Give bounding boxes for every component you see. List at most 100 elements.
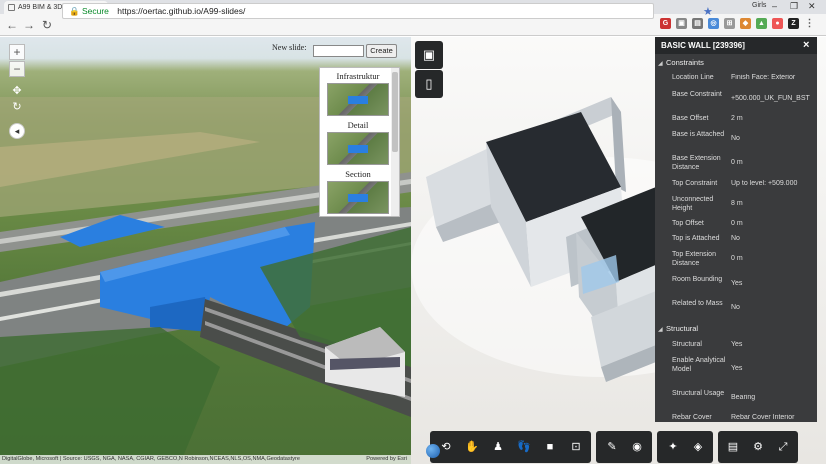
maximize-icon[interactable]: ❐ (790, 1, 798, 12)
map-attribution: DigitalGlobe, Microsoft | Source: USGS, … (0, 455, 411, 464)
extension-icon[interactable]: Z (788, 18, 799, 29)
extension-icon[interactable]: ◆ (740, 18, 751, 29)
properties-icon[interactable]: ▤ (721, 431, 745, 463)
extension-icon[interactable]: G (660, 18, 671, 29)
property-key: Base Extension Distance (672, 155, 721, 171)
new-slide-label: New slide: (272, 43, 307, 52)
property-key: Related to Mass (672, 300, 723, 307)
camera-icon[interactable]: ■ (538, 431, 562, 463)
property-key: Location Line (672, 74, 714, 81)
profile-name[interactable]: Girls (752, 2, 766, 9)
property-key: Unconnected Height (672, 196, 714, 212)
model-tools: ✦ ◈ (657, 431, 713, 463)
property-value: Yes (731, 365, 743, 372)
property-value: Yes (731, 280, 743, 287)
property-value: 8 m (731, 200, 743, 207)
gear-icon[interactable]: ⚙ (746, 431, 770, 463)
extension-icon[interactable]: ▣ (676, 18, 687, 29)
property-value: Finish Face: Exterior (731, 74, 796, 81)
property-key: Top is Attached (672, 235, 720, 242)
property-key: Base Constraint (672, 91, 722, 98)
pan-hand-icon[interactable]: ✋ (460, 431, 484, 463)
slide-thumbnail (327, 181, 389, 214)
zoom-out-button[interactable]: − (9, 61, 25, 77)
settings-tools: ▤ ⚙ ⤢ (718, 431, 798, 463)
property-value: Bearing (731, 394, 756, 401)
slide-thumbnail (327, 132, 389, 165)
slide-title: Section (345, 169, 371, 179)
group-label: Constraints (666, 58, 704, 67)
lock-icon: 🔒 (69, 6, 80, 16)
minimize-icon[interactable]: – (772, 1, 777, 11)
group-label: Structural (666, 324, 699, 333)
fit-view-icon[interactable]: ⊡ (564, 431, 588, 463)
model-browser-icon[interactable]: ◈ (686, 431, 710, 463)
eye-icon[interactable]: ◉ (625, 431, 649, 463)
property-key: Top Offset (672, 220, 704, 227)
property-key: Structural Usage (672, 390, 725, 397)
markup-tools: ✎ ◉ (596, 431, 652, 463)
chrome-icon[interactable]: ◎ (708, 18, 719, 29)
scrollbar-thumb[interactable] (392, 72, 398, 152)
property-key: Top Extension Distance (672, 251, 716, 267)
powered-by[interactable]: Powered by Esri (366, 455, 407, 464)
extension-icon[interactable]: ⊞ (724, 18, 735, 29)
viewer-toolbar: ⟲ ✋ ♟ 👣 ■ ⊡ ✎ ◉ ✦ ◈ ▤ ⚙ ⤢ (430, 431, 800, 464)
rotate-icon[interactable]: ↻ (10, 100, 24, 113)
panel-title: BASIC WALL [239396] (655, 37, 817, 54)
back-icon[interactable]: ← (5, 18, 19, 32)
slide-title: Detail (347, 120, 369, 130)
slide-infrastruktur[interactable]: Infrastruktur (325, 71, 391, 116)
walk-icon[interactable]: 👣 (512, 431, 536, 463)
attribution-text: DigitalGlobe, Microsoft | Source: USGS, … (2, 456, 301, 462)
extension-icon[interactable]: ▲ (756, 18, 767, 29)
pan-icon[interactable]: ✥ (10, 84, 24, 97)
bookmark-star-icon[interactable]: ★ (703, 5, 713, 19)
forward-icon[interactable]: → (22, 18, 36, 32)
secure-label: Secure (81, 6, 109, 16)
collapse-icon[interactable]: ◢ (658, 324, 666, 336)
navigation-tools: ⟲ ✋ ♟ 👣 ■ ⊡ (430, 431, 591, 463)
close-panel-button[interactable]: × (803, 37, 809, 54)
properties-panel: BASIC WALL [239396] × ◢ Constraints Locat… (655, 37, 817, 422)
property-value: Rebar Cover Interior (731, 414, 795, 421)
property-value: +500.000_UK_FUN_BST (731, 95, 810, 102)
create-button[interactable]: Create (366, 44, 397, 58)
address-bar[interactable]: 🔒 Secure https://oertac.github.io/A99-sl… (62, 3, 713, 19)
property-value: No (731, 235, 740, 242)
close-window-icon[interactable]: ✕ (808, 1, 816, 12)
property-key: Rebar Cover (672, 414, 712, 421)
group-constraints[interactable]: ◢ Constraints (655, 57, 817, 69)
document-icon[interactable]: ▯ (415, 70, 443, 98)
fullscreen-icon[interactable]: ⤢ (771, 431, 795, 463)
property-key: Base Offset (672, 115, 709, 122)
property-key: Enable Analytical Model (672, 357, 726, 373)
property-key: Top Constraint (672, 180, 718, 187)
view-cube-icon[interactable]: ▣ (415, 41, 443, 69)
compass-icon[interactable]: ◂ (9, 123, 25, 139)
extension-icon[interactable]: ▤ (692, 18, 703, 29)
reload-icon[interactable]: ↻ (40, 18, 54, 32)
slide-detail[interactable]: Detail (325, 120, 391, 165)
new-slide-input[interactable] (313, 45, 364, 57)
property-key: Room Bounding (672, 276, 723, 283)
collapse-icon[interactable]: ◢ (658, 58, 666, 70)
slides-panel: Infrastruktur Detail Section (319, 67, 400, 217)
explode-icon[interactable]: ✦ (661, 431, 685, 463)
property-value: Up to level: +509.000 (731, 180, 798, 187)
menu-icon[interactable]: ⋮ (804, 18, 815, 29)
person-icon[interactable]: ♟ (486, 431, 510, 463)
slides-scrollbar[interactable] (391, 68, 399, 216)
slide-title: Infrastruktur (336, 71, 380, 81)
slide-section[interactable]: Section (325, 169, 391, 214)
property-value: Yes (731, 341, 743, 348)
measure-icon[interactable]: ✎ (600, 431, 624, 463)
property-key: Base is Attached (672, 131, 725, 138)
property-value: No (731, 135, 740, 142)
url-text: https://oertac.github.io/A99-slides/ (117, 6, 246, 16)
globe-icon[interactable] (426, 444, 440, 458)
property-key: Structural (672, 341, 702, 348)
group-structural[interactable]: ◢ Structural (655, 323, 817, 335)
zoom-in-button[interactable]: + (9, 44, 25, 60)
extension-icon[interactable]: ● (772, 18, 783, 29)
